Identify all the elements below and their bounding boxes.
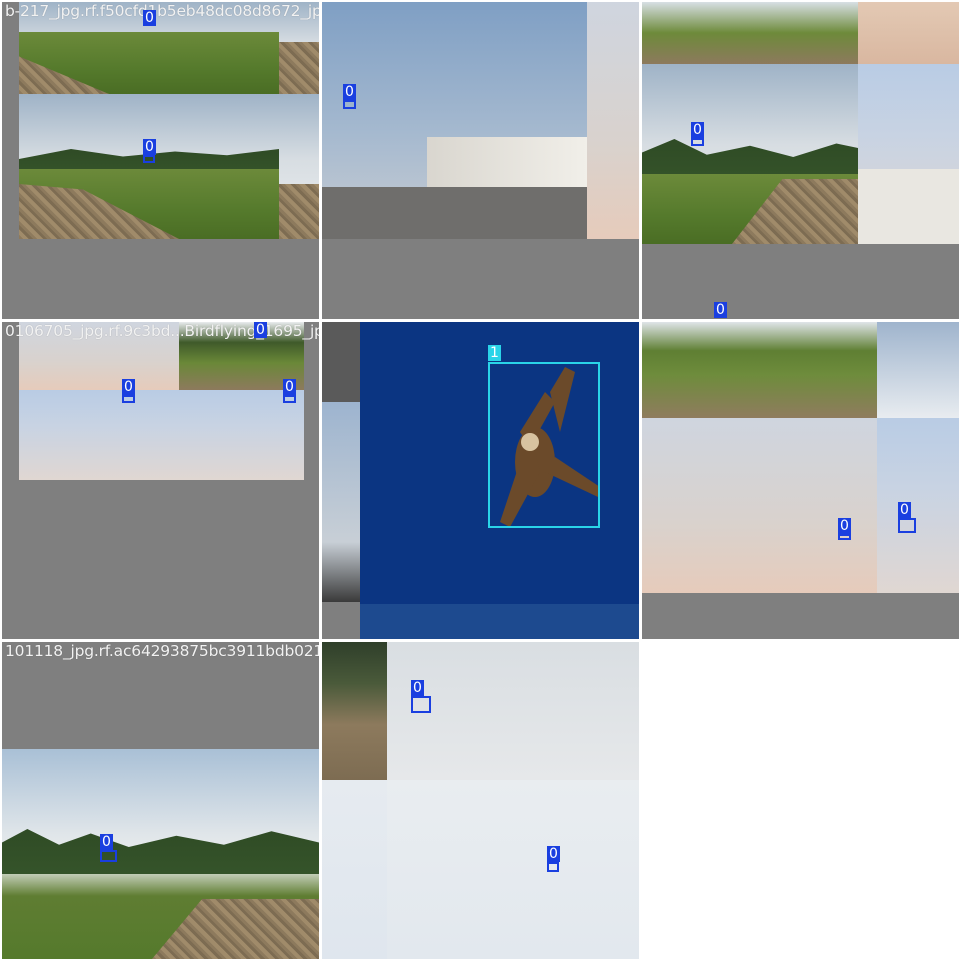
bounding-box xyxy=(343,100,356,109)
tile-image xyxy=(587,2,639,239)
tile-image xyxy=(387,780,639,959)
class-label: 0 xyxy=(691,122,704,138)
image-caption: 101118_jpg.rf.ac64293875bc3911bdb0210e5.… xyxy=(5,642,319,660)
class-label: 0 xyxy=(411,680,424,696)
class-label: 1 xyxy=(488,345,501,361)
tile-image xyxy=(322,402,360,602)
class-label: 0 xyxy=(547,846,560,862)
mosaic-tile-6: 0 0 xyxy=(642,322,959,639)
mosaic-tile-5: 1 xyxy=(322,322,639,639)
tile-image xyxy=(858,2,959,64)
tile-image xyxy=(858,64,959,244)
tile-image xyxy=(642,2,858,64)
bounding-box xyxy=(691,138,704,146)
bounding-box xyxy=(488,362,600,528)
class-label: 0 xyxy=(122,379,135,395)
bounding-box xyxy=(122,395,135,403)
tile-image xyxy=(360,604,639,639)
bounding-box xyxy=(143,155,155,163)
mosaic-tile-7: 101118_jpg.rf.ac64293875bc3911bdb0210e5.… xyxy=(2,642,319,959)
mosaic-tile-8: 0 0 xyxy=(322,642,639,959)
tile-image xyxy=(19,322,179,390)
tile-image xyxy=(877,418,959,593)
tile-image xyxy=(279,94,319,239)
bounding-box xyxy=(838,534,851,540)
mosaic-tile-2: 0 xyxy=(322,2,639,319)
class-label: 0 xyxy=(254,322,267,338)
mosaic-tile-4: 0106705_jpg.rf.9c3bd...Birdflying_1695_j… xyxy=(2,322,319,639)
bounding-box xyxy=(898,518,916,533)
bounding-box xyxy=(283,395,296,403)
bounding-box xyxy=(411,696,431,713)
tile-image xyxy=(642,322,877,418)
tile-image xyxy=(322,780,387,959)
tile-image xyxy=(322,2,587,239)
class-label: 0 xyxy=(283,379,296,395)
tile-image xyxy=(279,2,319,94)
tile-image xyxy=(322,642,387,780)
mosaic-tile-3: 0 xyxy=(642,2,959,319)
bounding-box xyxy=(100,850,117,862)
tile-image xyxy=(19,94,279,239)
class-label: 0 xyxy=(143,10,156,26)
mosaic-tile-1: b-217_jpg.rf.f50cfd1b5eb48dc08d8672_jpg.… xyxy=(2,2,319,319)
tile-image xyxy=(19,390,179,480)
tile-image xyxy=(877,322,959,418)
tile-image xyxy=(2,749,319,959)
tile-image xyxy=(322,322,360,402)
class-label: 0 xyxy=(143,139,156,155)
tile-image xyxy=(179,390,304,480)
tile-image xyxy=(642,418,877,593)
class-label: 0 xyxy=(343,84,356,100)
bounding-box xyxy=(547,862,559,872)
tile-image xyxy=(642,64,858,244)
class-label: 0 xyxy=(100,834,113,850)
class-label: 0 xyxy=(898,502,911,518)
class-label: 0 xyxy=(714,302,727,318)
class-label: 0 xyxy=(838,518,851,534)
